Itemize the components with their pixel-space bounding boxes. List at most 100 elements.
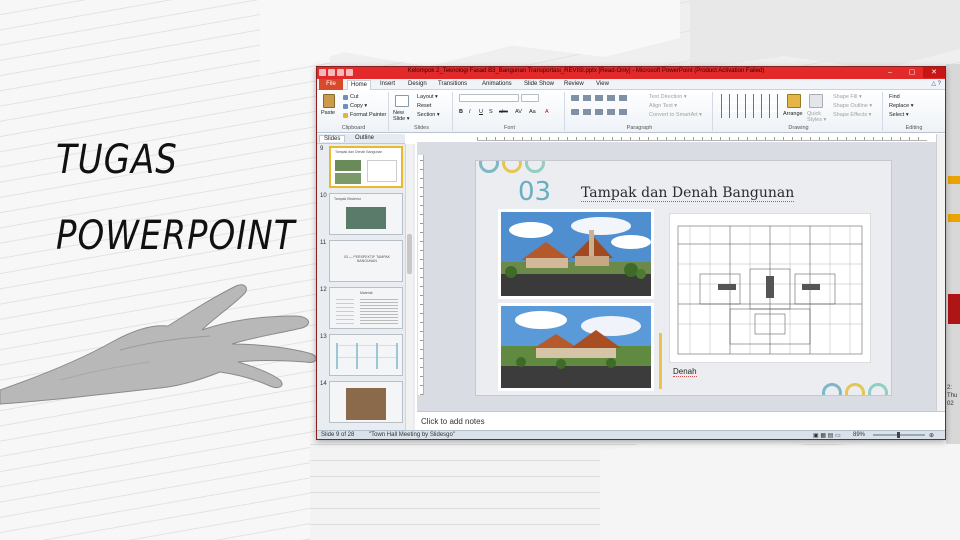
clipboard-label: Clipboard bbox=[341, 125, 366, 131]
convert-smartart-button[interactable]: Convert to SmartArt ▾ bbox=[649, 112, 702, 118]
thumbnail-row[interactable]: 10 Tampak Eksterior bbox=[317, 193, 415, 239]
decor-circle-yellow-bottom bbox=[845, 383, 865, 395]
plan-caption: Denah bbox=[673, 367, 697, 377]
bold-button[interactable]: B bbox=[459, 109, 463, 115]
cut-icon bbox=[343, 95, 348, 100]
font-label: Font bbox=[503, 125, 515, 131]
canvas-scrollbar[interactable] bbox=[936, 134, 945, 411]
help-icon[interactable]: △ ? bbox=[931, 80, 941, 87]
tab-insert[interactable]: Insert bbox=[377, 80, 398, 90]
slide-section-number: 03 bbox=[518, 177, 552, 207]
arrange-button[interactable]: Arrange bbox=[783, 111, 803, 117]
shadow-button[interactable]: S bbox=[489, 109, 493, 115]
slide-thumbnail[interactable] bbox=[329, 381, 403, 423]
shape-outline-button[interactable]: Shape Outline ▾ bbox=[833, 103, 872, 109]
theme-name: "Town Hall Meeting by Slidesgo" bbox=[369, 432, 455, 438]
tab-slides-pane[interactable]: Slides bbox=[319, 135, 346, 142]
shapes-gallery[interactable] bbox=[719, 94, 779, 118]
tab-outline-pane[interactable]: Outline bbox=[351, 135, 378, 141]
floor-plan-image[interactable] bbox=[669, 213, 871, 363]
slide-indicator: Slide 9 of 28 bbox=[321, 432, 355, 438]
arrange-icon bbox=[787, 94, 801, 108]
zoom-slider-knob[interactable] bbox=[897, 432, 900, 438]
spacing-button[interactable]: AV bbox=[515, 109, 522, 115]
paste-button[interactable]: Paste bbox=[321, 110, 335, 116]
thumbnail-row[interactable]: 13 bbox=[317, 334, 415, 380]
italic-button[interactable]: I bbox=[469, 109, 471, 115]
maximize-button[interactable]: ▢ bbox=[901, 67, 923, 78]
tab-transitions[interactable]: Transitions bbox=[435, 80, 470, 90]
replace-button[interactable]: Replace ▾ bbox=[889, 103, 913, 109]
select-button[interactable]: Select ▾ bbox=[889, 112, 909, 118]
poster-title-line1: TUGAS bbox=[56, 136, 178, 184]
clipboard-group: Paste Cut Copy ▾ Format Painter Clipboar… bbox=[319, 92, 389, 131]
slides-label: Slides bbox=[414, 125, 429, 131]
slide-thumbnail[interactable]: 03 — PERSPEKTIF TAMPAK BANGUNAN bbox=[329, 240, 403, 282]
slide-title[interactable]: Tampak dan Denah Bangunan bbox=[581, 185, 795, 202]
slide-thumbnail[interactable]: Tampak dan Denah Bangunan bbox=[329, 146, 403, 188]
tab-home[interactable]: Home bbox=[347, 80, 372, 90]
current-slide[interactable]: 03 Tampak dan Denah Bangunan Denah bbox=[475, 160, 892, 396]
notes-pane[interactable]: Click to add notes bbox=[417, 411, 945, 430]
format-painter-button[interactable]: Format Painter bbox=[350, 112, 386, 118]
rendering-image-1[interactable] bbox=[498, 209, 654, 299]
section-button[interactable]: Section ▾ bbox=[417, 112, 440, 118]
list-buttons[interactable] bbox=[571, 95, 631, 101]
status-bar: Slide 9 of 28 "Town Hall Meeting by Slid… bbox=[317, 430, 945, 439]
tab-design[interactable]: Design bbox=[405, 80, 430, 90]
zoom-level[interactable]: 89% bbox=[853, 432, 865, 438]
font-name-box[interactable] bbox=[459, 94, 519, 102]
minimize-button[interactable]: – bbox=[879, 67, 901, 78]
slide-thumbnail[interactable]: Material bbox=[329, 287, 403, 329]
drawing-group: Arrange Quick Styles ▾ Shape Fill ▾ Shap… bbox=[715, 92, 883, 131]
shape-effects-button[interactable]: Shape Effects ▾ bbox=[833, 112, 871, 118]
shape-fill-button[interactable]: Shape Fill ▾ bbox=[833, 94, 862, 100]
text-direction-button[interactable]: Text Direction ▾ bbox=[649, 94, 687, 100]
thumbnail-row[interactable]: 14 bbox=[317, 381, 415, 427]
thumbnail-scrollbar[interactable] bbox=[405, 144, 413, 430]
editing-group: Find Replace ▾ Select ▾ Editing bbox=[885, 92, 943, 131]
tab-file[interactable]: File bbox=[319, 79, 343, 90]
thumbnail-row[interactable]: 12 Material bbox=[317, 287, 415, 333]
slide-thumbnail[interactable] bbox=[329, 334, 403, 376]
tab-view[interactable]: View bbox=[593, 80, 612, 90]
layout-button[interactable]: Layout ▾ bbox=[417, 94, 438, 100]
accent-bar bbox=[659, 333, 662, 389]
format-painter-icon bbox=[343, 113, 348, 118]
pane-tabs: Slides Outline bbox=[317, 134, 405, 144]
tab-animations[interactable]: Animations bbox=[479, 80, 515, 90]
horizontal-ruler bbox=[477, 134, 927, 141]
close-button[interactable]: ✕ bbox=[923, 67, 945, 78]
vertical-ruler bbox=[418, 155, 424, 395]
new-slide-icon bbox=[395, 95, 409, 107]
thumbnail-row[interactable]: 11 03 — PERSPEKTIF TAMPAK BANGUNAN bbox=[317, 240, 415, 286]
slide-thumbnail[interactable]: Tampak Eksterior bbox=[329, 193, 403, 235]
new-slide-button[interactable]: New Slide ▾ bbox=[393, 110, 413, 122]
slides-group: New Slide ▾ Layout ▾ Reset Section ▾ Sli… bbox=[391, 92, 453, 131]
font-color-button[interactable]: A bbox=[545, 109, 549, 115]
tab-review[interactable]: Review bbox=[561, 80, 587, 90]
tab-slide-show[interactable]: Slide Show bbox=[521, 80, 557, 90]
strikethrough-button[interactable]: abc bbox=[499, 109, 508, 115]
font-size-box[interactable] bbox=[521, 94, 539, 102]
rendering-image-2[interactable] bbox=[498, 303, 654, 391]
thumbnail-row[interactable]: 9 Tampak dan Denah Bangunan bbox=[317, 146, 415, 192]
reset-button[interactable]: Reset bbox=[417, 103, 431, 109]
cut-button[interactable]: Cut bbox=[350, 94, 359, 100]
window-titlebar: Kelompok 2_Teknologi Fasad B3_Bangunan T… bbox=[317, 67, 945, 79]
underline-button[interactable]: U bbox=[479, 109, 483, 115]
alignment-buttons[interactable] bbox=[571, 109, 631, 115]
view-buttons[interactable]: ▣ ▦ ▤ ▭ bbox=[813, 432, 841, 439]
window-title: Kelompok 2_Teknologi Fasad B3_Bangunan T… bbox=[407, 68, 765, 74]
decor-circle-blue bbox=[479, 161, 499, 173]
find-button[interactable]: Find bbox=[889, 94, 900, 100]
quick-styles-button[interactable]: Quick Styles ▾ bbox=[807, 111, 829, 123]
change-case-button[interactable]: Aa bbox=[529, 109, 536, 115]
background-window-edge: 2: Thu 02 bbox=[946, 64, 960, 444]
fit-to-window-icon[interactable]: ⊕ bbox=[929, 432, 934, 439]
quick-styles-icon bbox=[809, 94, 823, 108]
copy-button[interactable]: Copy ▾ bbox=[350, 103, 367, 109]
ribbon-home: Paste Cut Copy ▾ Format Painter Clipboar… bbox=[317, 90, 945, 133]
font-group: B I U S abc AV Aa A Font bbox=[455, 92, 565, 131]
align-text-button[interactable]: Align Text ▾ bbox=[649, 103, 677, 109]
